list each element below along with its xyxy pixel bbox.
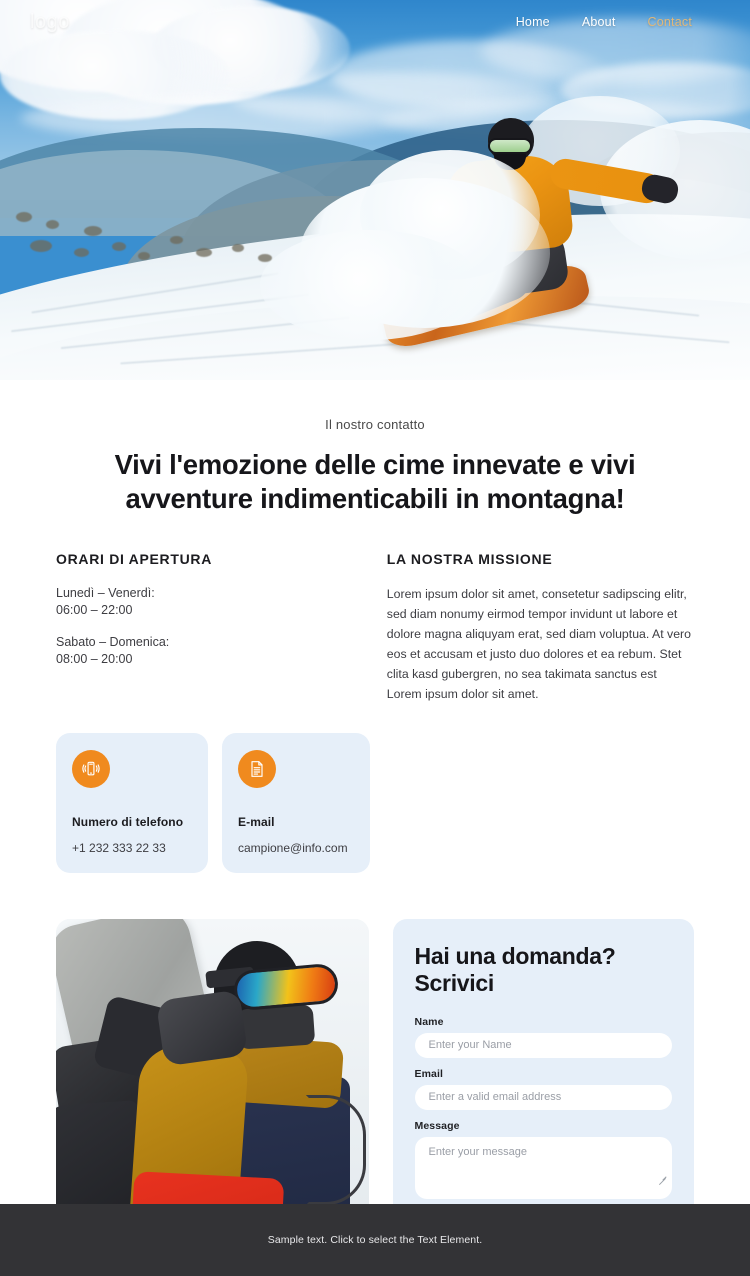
footer-text[interactable]: Sample text. Click to select the Text El…: [268, 1234, 483, 1246]
shrub: [232, 244, 244, 252]
email-address[interactable]: campione@info.com: [238, 841, 354, 855]
page-footer: Sample text. Click to select the Text El…: [0, 1204, 750, 1276]
page-title: Vivi l'emozione delle cime innevate e vi…: [114, 449, 636, 514]
glove: [155, 989, 249, 1067]
face-mask: [236, 1003, 316, 1050]
shrub: [46, 220, 59, 229]
shrub: [170, 236, 183, 244]
name-label: Name: [414, 1015, 444, 1028]
mission-title: LA NOSTRA MISSIONE: [386, 551, 553, 568]
shrub: [112, 242, 126, 251]
opening-hours-title: ORARI DI APERTURA: [56, 551, 213, 568]
weekend-time: 08:00 – 20:00: [56, 651, 133, 666]
nav-link-contact[interactable]: Contact: [648, 15, 692, 29]
contact-section: Il nostro contatto Vivi l'emozione delle…: [0, 417, 750, 1259]
shrub: [138, 252, 150, 260]
message-wrapper: [414, 1136, 672, 1199]
site-logo[interactable]: logo: [30, 11, 70, 34]
mission-block: LA NOSTRA MISSIONE Lorem ipsum dolor sit…: [387, 551, 694, 704]
email-label: Email: [414, 1067, 444, 1080]
shrub: [84, 226, 102, 236]
rider-goggles: [488, 138, 532, 154]
snow-spray: [260, 230, 480, 340]
message-label: Message: [414, 1119, 460, 1132]
top-navigation: logo Home About Contact: [0, 0, 750, 44]
jacket-cord: [306, 1094, 366, 1205]
info-columns: ORARI DI APERTURA Lunedì – Venerdì: 06:0…: [0, 551, 750, 704]
shrub: [74, 248, 89, 257]
contact-cards: Numero di telefono +1 232 333 22 33 E-ma…: [0, 732, 750, 873]
document-icon: [238, 749, 276, 788]
mission-text: Lorem ipsum dolor sit amet, consetetur s…: [386, 587, 691, 701]
email-input[interactable]: [414, 1084, 672, 1110]
mobile-vibrate-icon: [72, 749, 110, 788]
shrub: [196, 248, 212, 257]
email-card[interactable]: E-mail campione@info.com: [222, 732, 370, 873]
phone-card[interactable]: Numero di telefono +1 232 333 22 33: [56, 732, 208, 873]
weekday-time: 06:00 – 22:00: [56, 602, 133, 617]
email-card-title: E-mail: [238, 814, 275, 829]
form-title: Hai una domanda? Scrivici: [414, 942, 616, 996]
phone-number[interactable]: +1 232 333 22 33: [72, 841, 192, 855]
phone-card-title: Numero di telefono: [72, 814, 184, 829]
section-eyebrow: Il nostro contatto: [325, 417, 425, 432]
nav-link-about[interactable]: About: [582, 15, 616, 29]
page-root: logo Home About Contact Il nostro contat…: [0, 0, 750, 1276]
nav-link-home[interactable]: Home: [516, 15, 550, 29]
hero-banner: logo Home About Contact: [0, 0, 750, 380]
message-input[interactable]: [414, 1136, 672, 1199]
shrub: [16, 212, 32, 222]
opening-hours-block: ORARI DI APERTURA Lunedì – Venerdì: 06:0…: [56, 551, 375, 704]
nav-links: Home About Contact: [516, 15, 692, 29]
shrub: [30, 240, 52, 252]
weekend-days: Sabato – Domenica:: [56, 635, 170, 650]
name-input[interactable]: [414, 1032, 672, 1058]
weekday-days: Lunedì – Venerdì:: [56, 586, 155, 601]
